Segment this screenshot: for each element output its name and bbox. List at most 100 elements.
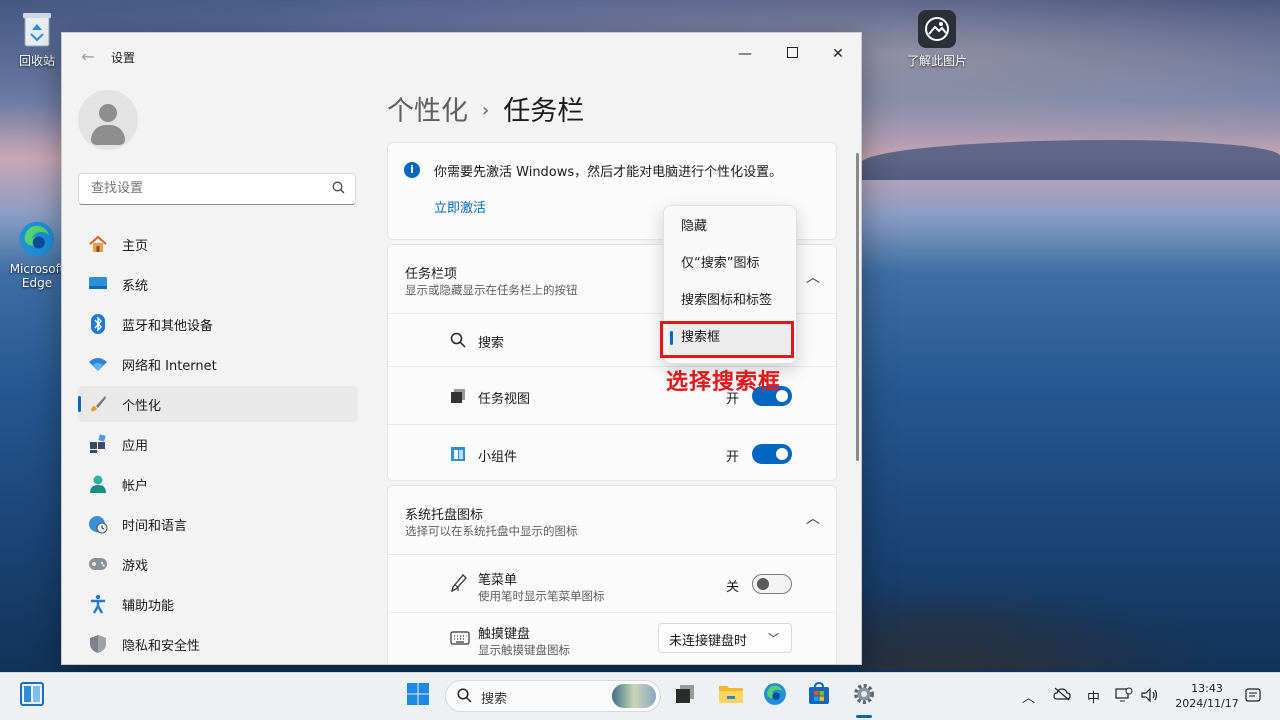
sidebar-item-label: 时间和语言: [122, 518, 188, 534]
sidebar-item-gaming[interactable]: 游戏: [78, 546, 358, 582]
sidebar-item-network[interactable]: 网络和 Internet: [78, 346, 358, 382]
sidebar-item-home[interactable]: 主页: [78, 226, 358, 262]
keyboard-icon: [450, 631, 470, 649]
task-view-icon: [674, 683, 696, 709]
sidebar-item-system[interactable]: 系统: [78, 266, 358, 302]
maximize-button[interactable]: [769, 39, 815, 69]
annotation-text: 选择搜索框: [666, 370, 782, 395]
clock[interactable]: 13:43 2024/11/17: [1172, 681, 1242, 711]
chevron-up-icon[interactable]: ︿: [806, 508, 820, 528]
brush-icon: [88, 394, 108, 414]
row-label: 触摸键盘: [478, 627, 531, 642]
settings-search[interactable]: [78, 173, 356, 205]
widgets-button[interactable]: [19, 682, 45, 710]
sidebar-item-apps[interactable]: 应用: [78, 426, 358, 462]
avatar[interactable]: [78, 90, 138, 150]
apps-icon: [88, 434, 108, 454]
volume-icon[interactable]: [1141, 687, 1159, 707]
edge-taskbar-button[interactable]: [762, 683, 788, 709]
pen-menu-toggle[interactable]: [752, 574, 792, 594]
network-icon[interactable]: [1115, 687, 1133, 707]
breadcrumb-chevron-icon: ›: [482, 100, 490, 121]
spotlight-label: 了解此图片: [906, 54, 967, 68]
row-label: 搜索: [478, 336, 505, 351]
start-button[interactable]: [405, 683, 431, 709]
desktop-spotlight[interactable]: 了解此图片: [902, 10, 972, 69]
title-bar: ← 设置 — ✕: [62, 33, 861, 81]
search-icon: [457, 688, 472, 707]
clock-date: 2024/11/17: [1175, 697, 1239, 710]
widgets-toggle[interactable]: [752, 444, 792, 464]
bluetooth-icon: [88, 314, 108, 334]
accessibility-icon: [88, 594, 108, 614]
home-icon: [88, 234, 108, 254]
sidebar-item-label: 个性化: [122, 398, 162, 414]
chevron-up-icon[interactable]: ︿: [806, 267, 820, 287]
back-arrow-icon[interactable]: ←: [76, 47, 100, 67]
edge-icon: [18, 220, 56, 258]
sidebar-item-label: 系统: [122, 278, 149, 294]
sidebar-item-label: 网络和 Internet: [122, 358, 217, 374]
touch-keyboard-row: 触摸键盘 显示触摸键盘图标 未连接键盘时 ﹀: [388, 612, 836, 664]
sidebar-item-label: 辅助功能: [122, 598, 175, 614]
wallpaper-rocks: [860, 560, 1280, 670]
active-app-indicator: [856, 715, 872, 718]
page-title: 任务栏: [503, 96, 585, 127]
sidebar-item-label: 主页: [122, 238, 149, 254]
maximize-icon: [786, 46, 798, 62]
scrollbar[interactable]: [856, 153, 859, 461]
row-label: 笔菜单: [478, 573, 518, 588]
sidebar-item-label: 帐户: [122, 478, 149, 494]
minimize-button[interactable]: —: [722, 39, 768, 69]
recycle-bin-icon: [18, 10, 56, 48]
toggle-state-label: 关: [726, 580, 740, 595]
edge-icon: [763, 682, 787, 710]
windows-logo-icon: [406, 682, 430, 710]
gear-icon: [852, 682, 876, 710]
sidebar-item-accounts[interactable]: 帐户: [78, 466, 358, 502]
sidebar-item-bluetooth[interactable]: 蓝牙和其他设备: [78, 306, 358, 342]
search-input[interactable]: [89, 180, 323, 197]
taskbar-search-box[interactable]: 搜索: [445, 680, 661, 712]
file-explorer-button[interactable]: [718, 683, 744, 709]
folder-icon: [718, 683, 744, 709]
notification-icon[interactable]: [1245, 687, 1261, 707]
system-tray-header[interactable]: 系统托盘图标 选择可以在系统托盘中显示的图标 ︿: [388, 486, 836, 554]
chevron-up-icon[interactable]: ︿: [1022, 687, 1035, 706]
wifi-icon: [88, 354, 108, 374]
activate-now-link[interactable]: 立即激活: [434, 197, 486, 216]
select-value: 未连接键盘时: [669, 634, 748, 649]
toggle-state-label: 开: [726, 450, 740, 465]
search-icon[interactable]: [332, 181, 345, 198]
minimize-icon: —: [738, 46, 752, 62]
breadcrumb-parent[interactable]: 个性化: [387, 96, 468, 127]
sidebar-item-privacy[interactable]: 隐私和安全性: [78, 626, 358, 662]
dropdown-option-hide[interactable]: 隐藏: [668, 211, 792, 243]
taskbar-search-label: 搜索: [481, 692, 508, 707]
recycle-bin-label: 回收站: [18, 54, 55, 68]
input-language[interactable]: 中: [1087, 687, 1100, 706]
store-button[interactable]: [806, 681, 832, 709]
cloud-offline-icon[interactable]: [1053, 687, 1071, 705]
widgets-icon: [20, 682, 44, 710]
search-highlight-image: [612, 684, 656, 708]
breadcrumb: 个性化 › 任务栏: [387, 89, 584, 128]
sidebar-item-label: 隐私和安全性: [122, 638, 201, 654]
dropdown-option-icon-label[interactable]: 搜索图标和标签: [668, 285, 792, 317]
chevron-down-icon: ﹀: [768, 632, 779, 645]
section-subtitle: 选择可以在系统托盘中显示的图标: [405, 524, 578, 538]
settings-taskbar-button[interactable]: [851, 683, 877, 709]
clock-time: 13:43: [1191, 682, 1223, 695]
sidebar-item-personalization[interactable]: 个性化: [78, 386, 358, 422]
taskview-button[interactable]: [672, 683, 698, 709]
section-title: 任务栏项: [405, 267, 458, 282]
section-title: 系统托盘图标: [405, 508, 484, 523]
close-icon: ✕: [832, 46, 844, 62]
touch-keyboard-select[interactable]: 未连接键盘时 ﹀: [658, 623, 792, 653]
shield-icon: [88, 634, 108, 654]
row-sublabel: 使用笔时显示笔菜单图标: [478, 589, 605, 603]
sidebar-item-accessibility[interactable]: 辅助功能: [78, 586, 358, 622]
sidebar-item-time-language[interactable]: 时间和语言: [78, 506, 358, 542]
close-button[interactable]: ✕: [815, 39, 861, 69]
dropdown-option-icon-only[interactable]: 仅“搜索”图标: [668, 248, 792, 280]
